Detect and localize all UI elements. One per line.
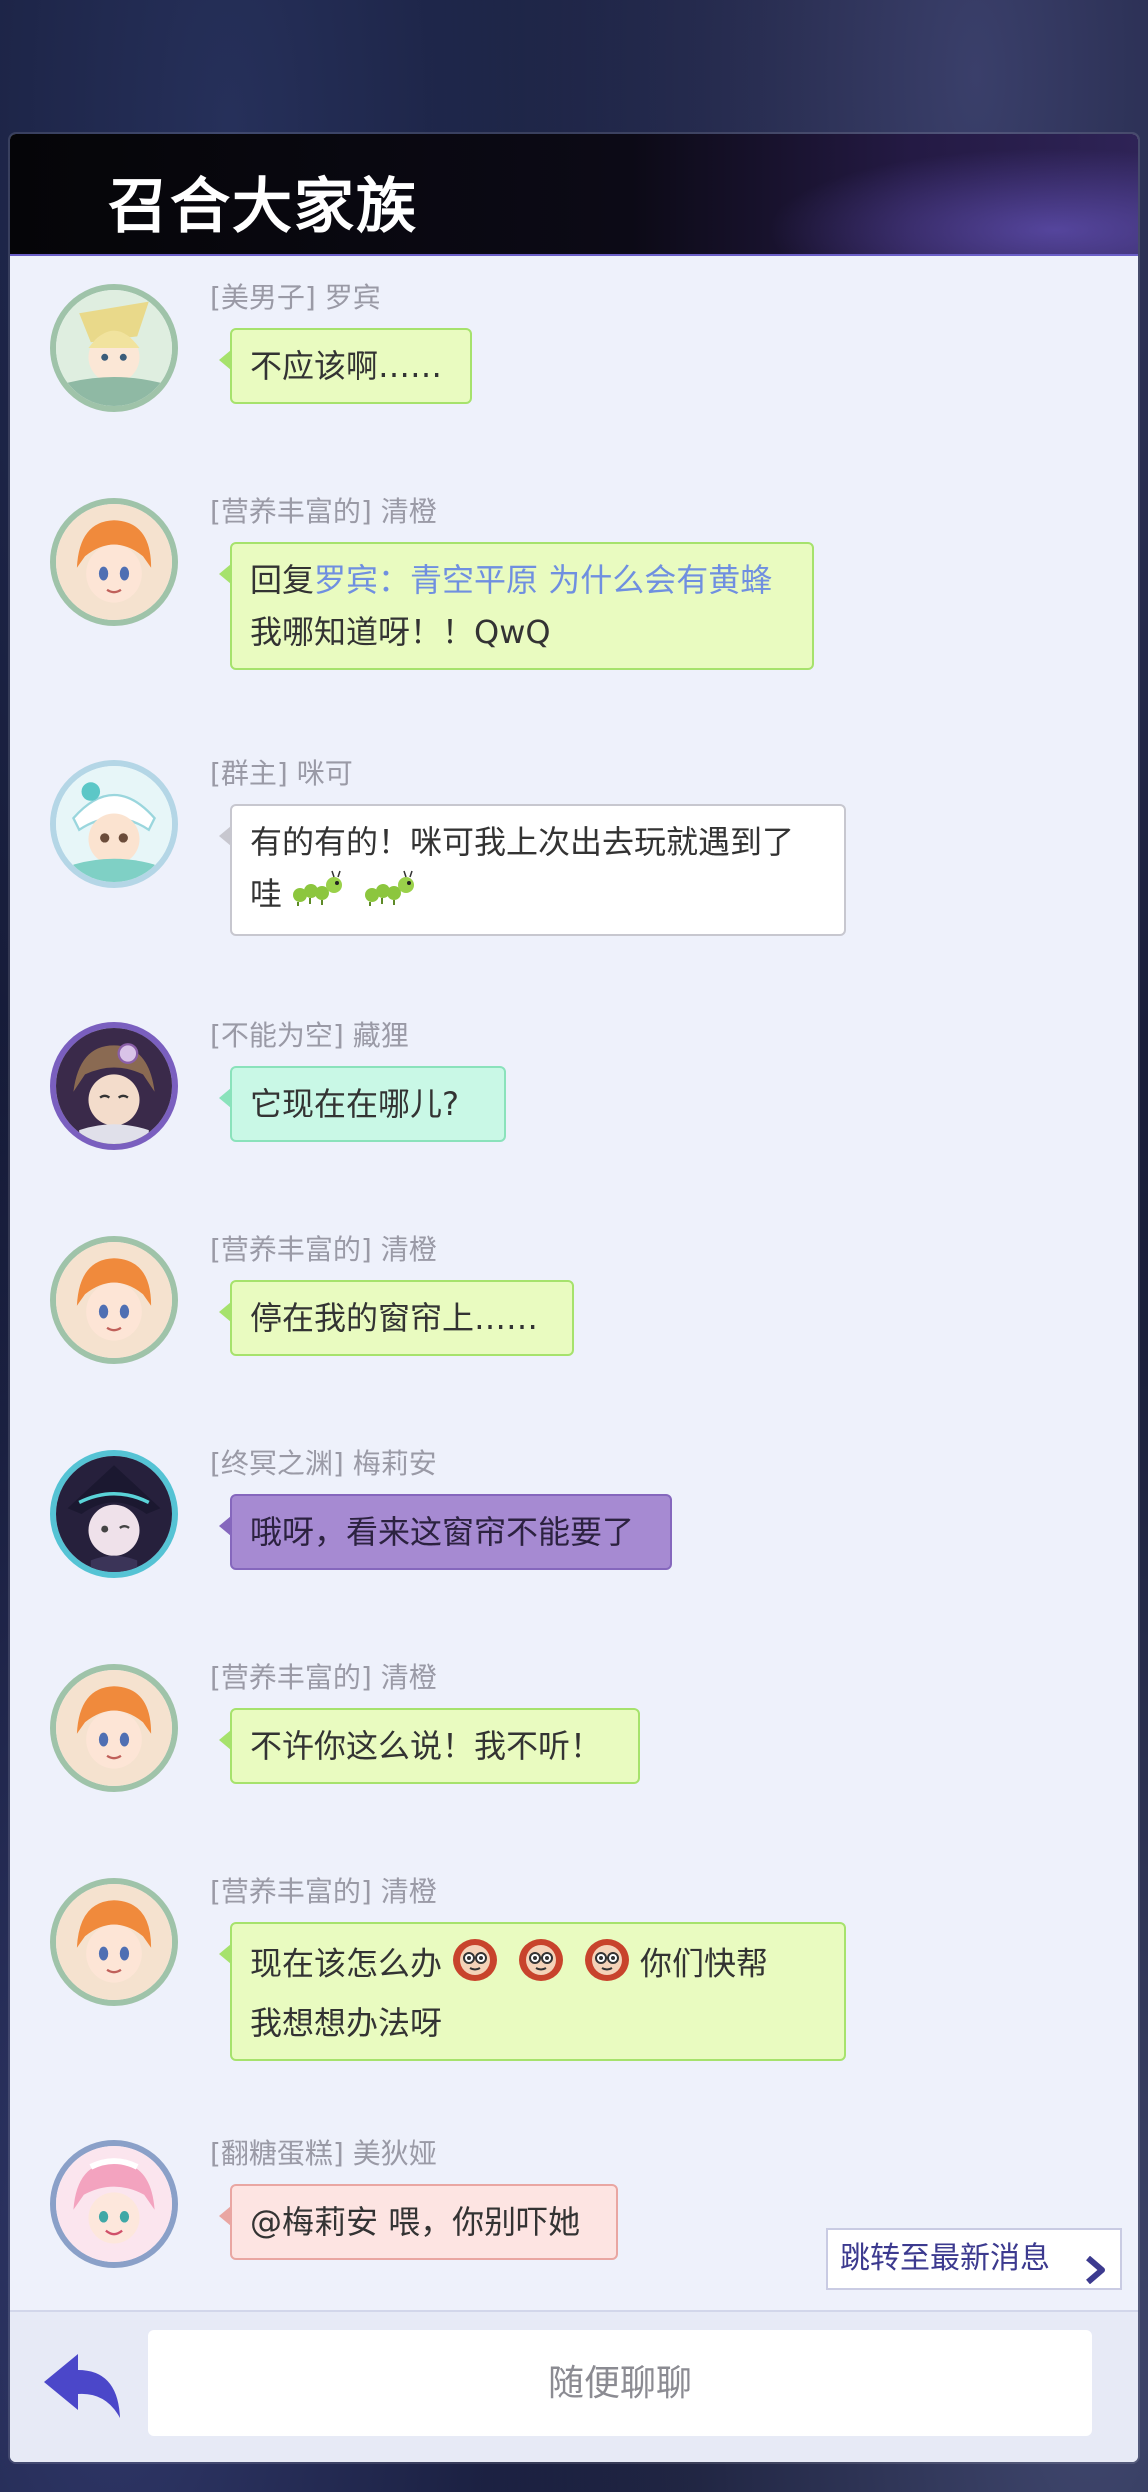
message-bubble[interactable]: 哦呀，看来这窗帘不能要了 xyxy=(219,1494,672,1570)
message-bubble[interactable]: 回复罗宾：青空平原 为什么会有黄蜂 我哪知道呀！！QwQ xyxy=(219,542,814,670)
message-text-line2: 哇 xyxy=(250,868,826,924)
message-text: 停在我的窗帘上…… xyxy=(250,1299,539,1337)
message-text: 哦呀，看来这窗帘不能要了 xyxy=(250,1513,635,1551)
message-text-line1: 现在该怎么办 你们快帮 xyxy=(250,1934,826,1997)
avatar-medea[interactable] xyxy=(50,2140,178,2268)
avatar-robin[interactable] xyxy=(50,284,178,412)
jump-to-latest-label: 跳转至最新消息 xyxy=(840,2241,1050,2276)
chat-title: 召合大家族 xyxy=(108,172,418,242)
sender-name: [营养丰富的] 清橙 xyxy=(210,1661,437,1694)
avatar-meilian[interactable] xyxy=(50,1450,178,1578)
message-text: 不应该啊…… xyxy=(250,347,443,385)
sender-name: [营养丰富的] 清橙 xyxy=(210,1233,437,1266)
reply-line: 回复罗宾：青空平原 为什么会有黄蜂 xyxy=(250,554,794,606)
daruma-icon xyxy=(582,1934,632,1997)
avatar-qingcheng[interactable] xyxy=(50,498,178,626)
jump-to-latest-button[interactable]: 跳转至最新消息 xyxy=(826,2228,1122,2290)
caterpillar-icon xyxy=(290,869,346,924)
message-bubble[interactable]: 现在该怎么办 你们快帮 我想想办法呀 xyxy=(219,1922,846,2061)
chat-header: 召合大家族 xyxy=(10,134,1138,256)
sender-name: [终冥之渊] 梅莉安 xyxy=(210,1447,437,1480)
sender-name: [营养丰富的] 清橙 xyxy=(210,495,437,528)
daruma-icon xyxy=(516,1934,566,1997)
chat-panel: 召合大家族 [美男子] 罗宾 不应该啊…… [营养丰富的] 清橙 回复罗宾：青空… xyxy=(10,134,1138,2462)
message-text: 我想想办法呀 xyxy=(250,2004,443,2042)
sender-name: [美男子] 罗宾 xyxy=(210,281,381,314)
avatar-qingcheng[interactable] xyxy=(50,1878,178,2006)
message-text: 你们快帮 xyxy=(640,1944,769,1983)
message-list[interactable]: [美男子] 罗宾 不应该啊…… [营养丰富的] 清橙 回复罗宾：青空平原 为什么… xyxy=(10,254,1138,2444)
chevron-right-icon xyxy=(1084,2246,1108,2304)
back-arrow-icon[interactable] xyxy=(38,2348,128,2428)
message-bubble[interactable]: @梅莉安 喂，你别吓她 xyxy=(219,2184,618,2260)
message-bubble[interactable]: 不许你这么说！我不听！ xyxy=(219,1708,640,1784)
reply-prefix: 回复 xyxy=(250,561,315,599)
avatar-qingcheng[interactable] xyxy=(50,1236,178,1364)
sender-name: [不能为空] 藏狸 xyxy=(210,1019,409,1052)
chat-footer xyxy=(10,2310,1138,2462)
message-text: 它现在在哪儿? xyxy=(250,1085,459,1123)
avatar-mike[interactable] xyxy=(50,760,178,888)
message-bubble[interactable]: 停在我的窗帘上…… xyxy=(219,1280,574,1356)
header-decoration xyxy=(718,134,1138,254)
message-text: 现在该怎么办 xyxy=(250,1944,443,1983)
message-text: 有的有的！咪可我上次出去玩就遇到了 xyxy=(250,823,795,861)
message-bubble[interactable]: 它现在在哪儿? xyxy=(219,1066,506,1142)
message-text: 哇 xyxy=(250,875,283,913)
avatar-qingcheng[interactable] xyxy=(50,1664,178,1792)
message-text: 我哪知道呀！！QwQ xyxy=(250,613,551,651)
daruma-icon xyxy=(450,1934,500,1997)
sender-name: [翻糖蛋糕] 美狄娅 xyxy=(210,2137,437,2170)
reply-target-link[interactable]: 罗宾：青空平原 为什么会有黄蜂 xyxy=(314,561,772,599)
sender-name: [营养丰富的] 清橙 xyxy=(210,1875,437,1908)
caterpillar-icon xyxy=(362,869,418,924)
message-text: @梅莉安 喂，你别吓她 xyxy=(250,2203,581,2241)
avatar-zangli[interactable] xyxy=(50,1022,178,1150)
message-text: 不许你这么说！我不听！ xyxy=(250,1727,603,1765)
message-bubble[interactable]: 不应该啊…… xyxy=(219,328,472,404)
sender-name: [群主] 咪可 xyxy=(210,757,353,790)
chat-input[interactable] xyxy=(148,2330,1092,2436)
message-bubble[interactable]: 有的有的！咪可我上次出去玩就遇到了 哇 xyxy=(219,804,846,936)
